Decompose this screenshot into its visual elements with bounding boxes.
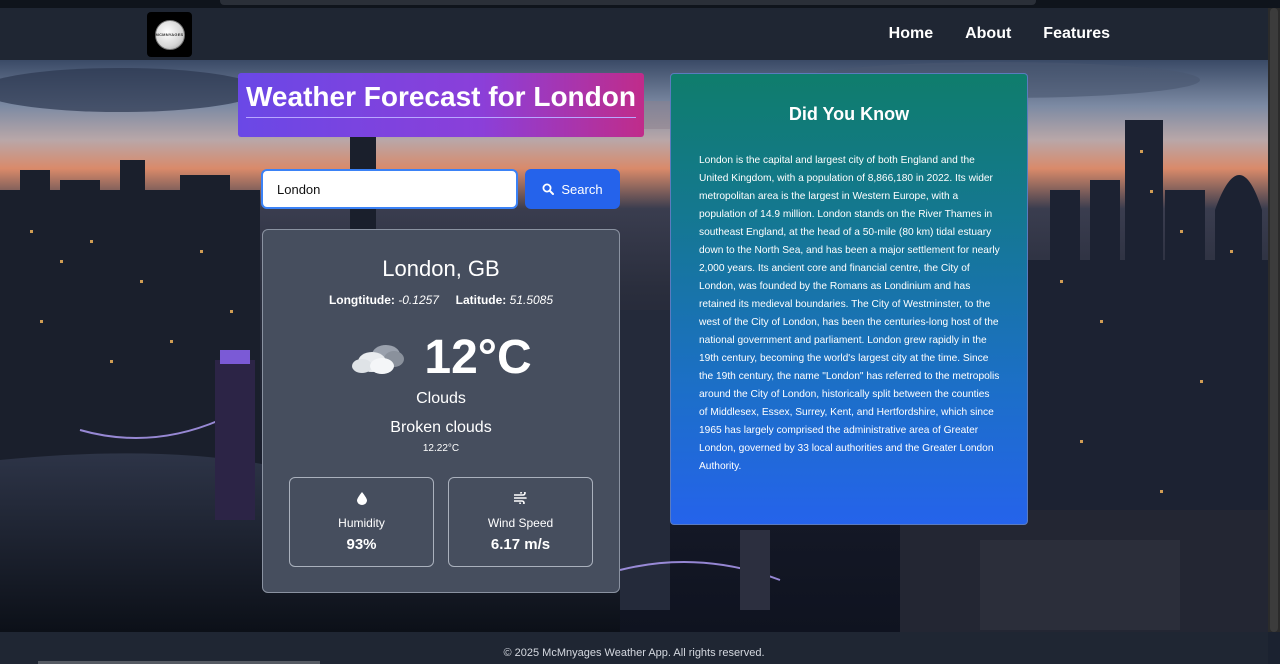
page-scrollbar[interactable] bbox=[1268, 8, 1280, 632]
footer-copyright: © 2025 McMnyages Weather App. All rights… bbox=[503, 647, 765, 659]
weather-condition: Clouds bbox=[416, 390, 466, 407]
page-title: Weather Forecast for London bbox=[246, 81, 636, 112]
did-you-know-card: Did You Know London is the capital and l… bbox=[670, 73, 1028, 525]
browser-top-edge bbox=[0, 0, 1280, 8]
city-search-input[interactable] bbox=[261, 169, 518, 209]
nav-about-link[interactable]: About bbox=[965, 25, 1011, 43]
city-name: London, GB bbox=[382, 256, 500, 281]
broken-clouds-icon bbox=[352, 344, 405, 374]
search-button-label: Search bbox=[561, 181, 603, 197]
latitude-value: 51.5085 bbox=[509, 293, 554, 307]
london-skyline-illustration bbox=[0, 62, 1268, 632]
wind-speed-box: Wind Speed 6.17 m/s bbox=[448, 477, 593, 567]
droplet-icon bbox=[356, 492, 367, 505]
wind-speed-label: Wind Speed bbox=[487, 516, 554, 530]
humidity-value: 93% bbox=[346, 536, 377, 553]
nav-links: Home About Features bbox=[889, 8, 1110, 60]
did-you-know-title: Did You Know bbox=[788, 104, 910, 124]
weather-description: Broken clouds bbox=[390, 419, 492, 436]
logo-emblem: MCMNYAGES bbox=[154, 19, 185, 50]
city-background bbox=[0, 60, 1268, 632]
latitude-label: Latitude: bbox=[455, 293, 507, 307]
wind-speed-value: 6.17 m/s bbox=[490, 536, 551, 553]
nav-home-link[interactable]: Home bbox=[889, 25, 933, 43]
humidity-label: Humidity bbox=[338, 516, 385, 530]
search-icon bbox=[542, 183, 555, 195]
weather-card: London, GB Longtitude: -0.1257 Latitude:… bbox=[262, 229, 620, 593]
top-bar bbox=[220, 0, 1036, 5]
feels-like-temperature: 12.22°C bbox=[422, 443, 460, 454]
temperature-value: 12°C bbox=[424, 331, 532, 384]
did-you-know-text: London is the capital and largest city o… bbox=[699, 155, 1000, 472]
longitude-label: Longtitude: bbox=[328, 293, 395, 307]
humidity-box: Humidity 93% bbox=[289, 477, 434, 567]
longitude-value: -0.1257 bbox=[398, 293, 439, 307]
coordinates: Longtitude: -0.1257 Latitude: 51.5085 bbox=[263, 293, 619, 307]
footer: © 2025 McMnyages Weather App. All rights… bbox=[0, 632, 1268, 664]
wind-icon bbox=[513, 492, 527, 504]
logo-text: MCMNYAGES bbox=[155, 32, 184, 37]
navbar: MCMNYAGES Home About Features bbox=[0, 8, 1268, 60]
humidity-icon-wrap bbox=[290, 492, 433, 505]
page-title-banner: Weather Forecast for London bbox=[238, 73, 644, 137]
title-underline bbox=[246, 117, 636, 118]
wind-icon-wrap bbox=[449, 492, 592, 504]
temperature-row: 12°C bbox=[263, 330, 619, 385]
app-logo[interactable]: MCMNYAGES bbox=[147, 12, 192, 57]
scrollbar-thumb[interactable] bbox=[1270, 8, 1278, 632]
search-button[interactable]: Search bbox=[525, 169, 620, 209]
nav-features-link[interactable]: Features bbox=[1043, 25, 1110, 43]
